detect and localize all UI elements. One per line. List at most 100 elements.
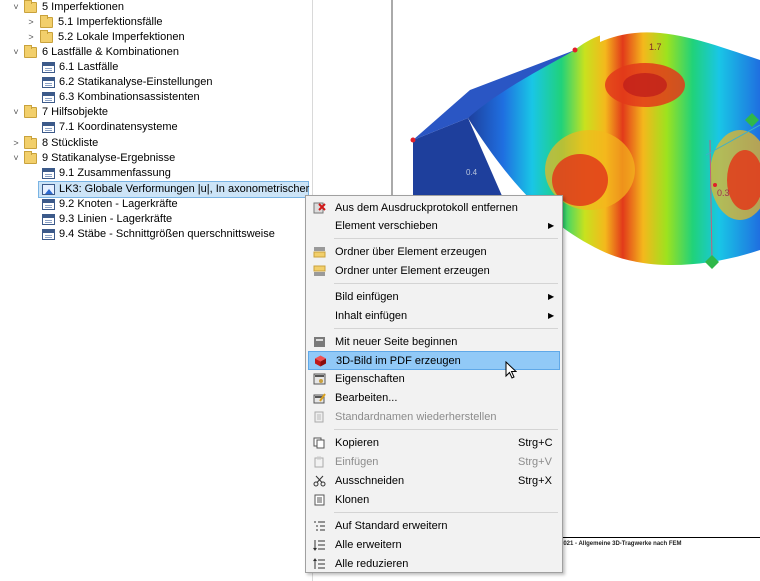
collapse-all-icon [313, 558, 325, 569]
menu-item-collapse-all[interactable]: Alle reduzieren [308, 555, 560, 573]
table-icon [42, 122, 55, 133]
menu-item-restore-default-names[interactable]: Standardnamen wiederherstellen [308, 408, 560, 426]
menu-item-new-page[interactable]: Mit neuer Seite beginnen [308, 333, 560, 351]
folder-icon [40, 30, 53, 43]
expand-all-icon [313, 540, 325, 551]
menu-item-label: Alle erweitern [335, 539, 402, 551]
folder-icon [24, 0, 37, 13]
menu-item-label: Bild einfügen [335, 291, 399, 303]
folder-below-icon [313, 265, 326, 276]
folder-icon [40, 15, 53, 28]
folder-above-icon [313, 247, 326, 258]
menu-item-label: 3D-Bild im PDF erzeugen [336, 355, 461, 367]
folder-icon [24, 151, 37, 164]
folder-icon [24, 45, 37, 58]
menu-item-move-element[interactable]: Element verschieben ▶ [308, 217, 560, 235]
report-tree: ˅ 5 Imperfektionen > 5.1 Imperfektionsfä… [0, 0, 356, 581]
tree-item-label: 6.1 Lastfälle [59, 61, 119, 73]
submenu-arrow-icon: ▶ [548, 311, 555, 320]
scissors-icon [313, 475, 326, 487]
tree-item-label: 9.2 Knoten - Lagerkräfte [59, 198, 178, 210]
tree-item-label: 6.2 Statikanalyse-Einstellungen [59, 76, 213, 88]
table-icon [42, 199, 55, 210]
menu-item-label: Element verschieben [335, 220, 438, 232]
tree-item-label: 5.1 Imperfektionsfälle [58, 16, 163, 28]
menu-item-folder-below[interactable]: Ordner unter Element erzeugen [308, 262, 560, 280]
menu-item-3d-pdf[interactable]: 3D-Bild im PDF erzeugen [308, 351, 560, 370]
menu-item-folder-above[interactable]: Ordner über Element erzeugen [308, 243, 560, 261]
tree-item-label: 8 Stückliste [42, 137, 99, 149]
menu-item-label: Alle reduzieren [335, 558, 409, 570]
tree-item-label: 9.3 Linien - Lagerkräfte [59, 213, 173, 225]
menu-item-expand-default[interactable]: Auf Standard erweitern [308, 517, 560, 535]
menu-item-copy[interactable]: Kopieren Strg+C [308, 434, 560, 452]
3d-cube-icon [315, 355, 326, 367]
menu-item-label: Klonen [335, 494, 370, 506]
menu-item-paste[interactable]: Einfügen Strg+V [308, 453, 560, 471]
menu-item-properties[interactable]: Eigenschaften [308, 370, 560, 388]
menu-item-label: Bearbeiten... [335, 392, 398, 404]
tree-item-label: 9.4 Stäbe - Schnittgrößen querschnittswe… [59, 228, 275, 240]
menu-item-label: Inhalt einfügen [335, 310, 408, 322]
tree-item-label: 9.1 Zusammenfassung [59, 167, 171, 179]
chevron-down-icon[interactable]: ˅ [10, 151, 22, 166]
menu-item-expand-all[interactable]: Alle erweitern [308, 536, 560, 554]
tree-item-label: 9 Statikanalyse-Ergebnisse [42, 152, 176, 164]
menu-item-label: Aus dem Ausdruckprotokoll entfernen [335, 202, 518, 214]
properties-icon [313, 373, 326, 385]
chevron-right-icon[interactable]: > [25, 15, 37, 30]
table-icon [42, 168, 55, 179]
tree-item-label: 5.2 Lokale Imperfektionen [58, 31, 185, 43]
edit-icon [313, 393, 326, 404]
clone-icon [314, 494, 325, 506]
submenu-arrow-icon: ▶ [548, 292, 555, 301]
menu-separator [334, 328, 558, 329]
table-icon [42, 77, 55, 88]
menu-separator [334, 238, 558, 239]
folder-icon [24, 105, 37, 118]
menu-item-label: Eigenschaften [335, 373, 405, 385]
submenu-arrow-icon: ▶ [548, 221, 555, 230]
menu-item-label: Auf Standard erweitern [335, 520, 448, 532]
shortcut-label: Strg+V [518, 456, 552, 468]
footer-rule [560, 537, 760, 538]
chevron-down-icon[interactable]: ˅ [10, 0, 22, 15]
tree-item-label: 7 Hilfsobjekte [42, 106, 109, 118]
menu-item-label: Kopieren [335, 437, 380, 449]
context-menu: Aus dem Ausdruckprotokoll entfernen Elem… [305, 195, 563, 573]
shortcut-label: Strg+C [518, 437, 553, 449]
value-label-max: 1.7 [649, 42, 662, 52]
new-page-icon [314, 337, 325, 347]
menu-separator [334, 429, 558, 430]
menu-item-cut[interactable]: Ausschneiden Strg+X [308, 472, 560, 490]
shortcut-label: Strg+X [518, 475, 552, 487]
tree-item-label: 5 Imperfektionen [42, 1, 124, 13]
value-label-support: 0.3 [717, 188, 730, 198]
paste-icon [314, 456, 324, 468]
restore-icon [314, 411, 324, 423]
chevron-right-icon[interactable]: > [25, 30, 37, 45]
chevron-down-icon[interactable]: ˅ [10, 45, 22, 60]
menu-item-label: Einfügen [335, 456, 379, 468]
tree-item-label: 7.1 Koordinatensysteme [59, 121, 178, 133]
tree-item-label: 6 Lastfälle & Kombinationen [42, 46, 179, 58]
menu-separator [334, 283, 558, 284]
tree-item-lk3-verformungen[interactable]: LK3: Globale Verformungen |u|, In axonom… [38, 181, 356, 198]
remove-icon [313, 202, 326, 214]
chevron-right-icon[interactable]: > [10, 136, 22, 151]
menu-item-edit[interactable]: Bearbeiten... [308, 389, 560, 407]
menu-item-insert-image[interactable]: Bild einfügen ▶ [308, 288, 560, 306]
menu-item-remove-from-report[interactable]: Aus dem Ausdruckprotokoll entfernen [308, 199, 560, 217]
table-icon [42, 92, 55, 103]
menu-item-clone[interactable]: Klonen [308, 491, 560, 509]
folder-icon [24, 136, 37, 149]
menu-item-label: Standardnamen wiederherstellen [335, 411, 497, 423]
menu-separator [334, 512, 558, 513]
menu-item-insert-content[interactable]: Inhalt einfügen ▶ [308, 307, 560, 325]
table-icon [42, 229, 55, 240]
chevron-down-icon[interactable]: ˅ [10, 105, 22, 120]
menu-item-label: Mit neuer Seite beginnen [335, 336, 458, 348]
menu-item-label: Ordner über Element erzeugen [335, 246, 487, 258]
page-footer: 2021 - Allgemeine 3D-Tragwerke nach FEM [560, 541, 682, 547]
image-icon [42, 184, 55, 195]
